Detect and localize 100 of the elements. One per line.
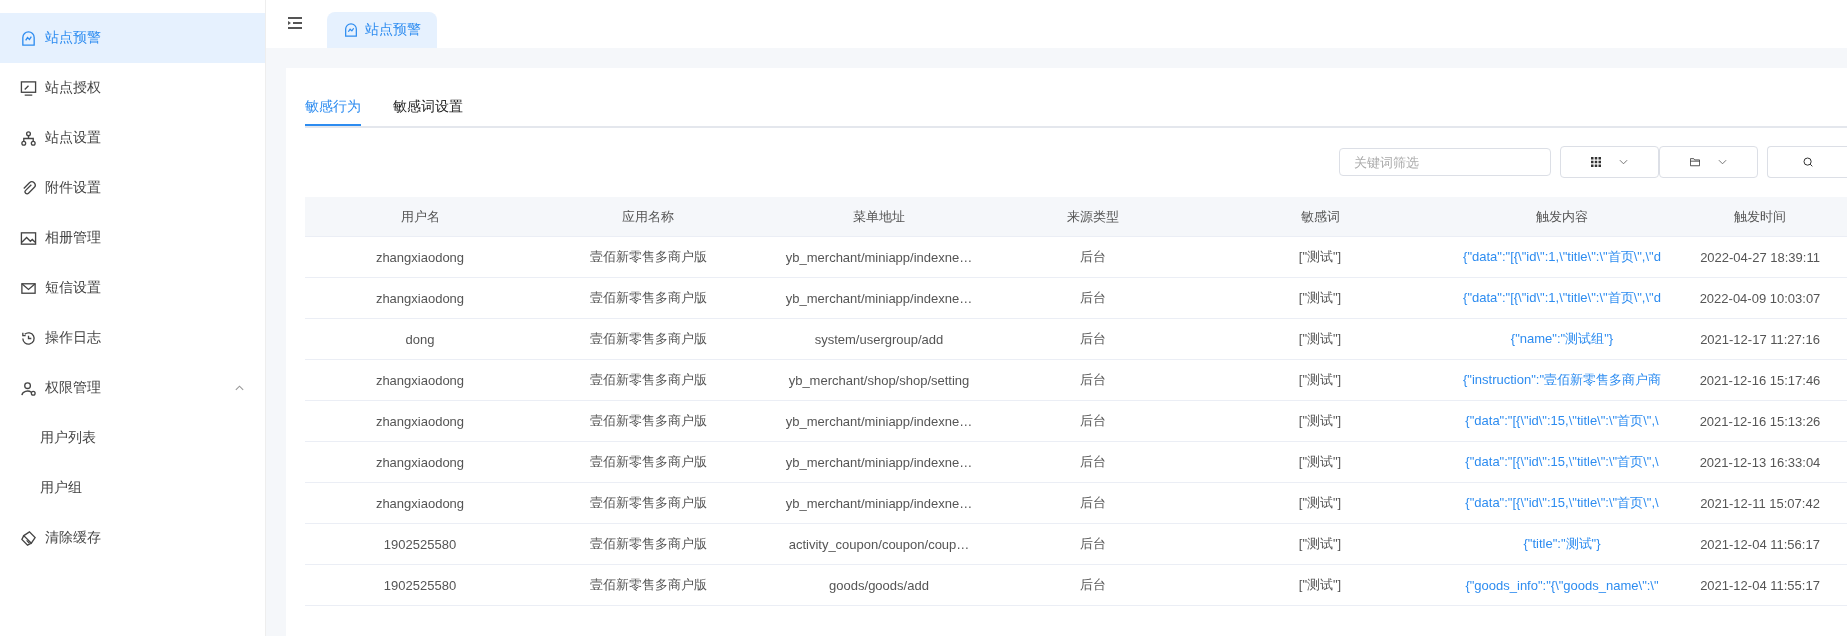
table-cell-text: 壹佰新零售多商户版 [588,371,708,389]
table-cell-text: zhangxiaodong [374,494,466,513]
table-cell-text: ["测试"] [1297,494,1343,512]
sidebar-item[interactable]: 权限管理 [0,363,265,413]
table-cell-text: ["测试"] [1297,371,1343,389]
table-cell-text: 壹佰新零售多商户版 [588,494,708,512]
table-cell-text: system/usergroup/add [813,330,945,349]
table-cell-text: 2021-12-13 16:33:04 [1698,453,1822,472]
column-header: 触发内容 [1535,207,1589,226]
table-cell-text: ["测试"] [1297,576,1343,594]
content-link[interactable]: {"data":"[{\"id\":15,\"title\":\"首页\",\ [1451,442,1673,482]
sidebar-item[interactable]: 站点预警 [0,13,265,63]
caret-icon[interactable] [234,384,245,392]
table-cell-text: ["测试"] [1297,330,1343,348]
table-cell-text: zhangxiaodong [374,289,466,308]
history-icon [20,329,37,347]
table-cell-text: 后台 [1079,535,1107,553]
chart-icon [343,22,359,38]
tab[interactable]: 敏感行为 [305,88,361,126]
export-button[interactable] [1659,146,1758,178]
table-cell-text: 2022-04-27 18:39:11 [1699,248,1821,267]
table-cell-text: 壹佰新零售多商户版 [588,453,708,471]
column-header: 触发时间 [1733,207,1787,226]
table-cell-text: 壹佰新零售多商户版 [588,412,708,430]
table-cell-text: 2021-12-04 11:56:17 [1699,535,1821,554]
sidebar-item[interactable]: 站点授权 [0,63,265,113]
table-cell-text: 后台 [1079,494,1107,512]
sitemap-icon [20,129,37,147]
content-link[interactable]: {"instruction":"壹佰新零售多商户商 [1451,360,1673,400]
table-cell-text: 2021-12-04 11:55:17 [1699,576,1821,595]
column-header: 菜单地址 [852,207,906,226]
table-cell-text: 2021-12-16 15:17:46 [1698,371,1822,390]
column-header: 来源类型 [1066,207,1120,226]
page-tab[interactable]: 站点预警 [327,12,437,48]
table-cell-text: 后台 [1079,330,1107,348]
table-cell-text: 1902525580 [382,576,458,595]
column-header: 应用名称 [621,207,675,226]
table-cell-text: yb_merchant/miniapp/indexne… [784,453,974,472]
table-cell-text: 后台 [1079,576,1107,594]
table-cell-text: 后台 [1079,412,1107,430]
table-cell-text: yb_merchant/miniapp/indexne… [784,494,974,513]
table-cell-text: 1902525580 [382,535,458,554]
table-cell-text: 2022-04-09 10:03:07 [1698,289,1822,308]
table-cell-text: 后台 [1079,248,1107,266]
table-cell-text: 后台 [1079,289,1107,307]
caret-icon [1619,159,1628,165]
content-link[interactable]: {"goods_info":"{\"goods_name\":\" [1451,565,1673,605]
sidebar-item[interactable]: 短信设置 [0,263,265,313]
table-cell-text: zhangxiaodong [374,371,466,390]
table-cell-text: ["测试"] [1297,412,1343,430]
content-link[interactable]: {"title":"测试"} [1451,524,1673,564]
table-cell-text: activity_coupon/coupon/coup… [787,535,971,554]
table-cell-text: ["测试"] [1297,453,1343,471]
table-cell-text: yb_merchant/miniapp/indexne… [784,412,974,431]
table-cell-text: 壹佰新零售多商户版 [588,330,708,348]
table-cell-text: 壹佰新零售多商户版 [588,248,708,266]
table-cell-text: ["测试"] [1297,248,1343,266]
table-cell-text: ["测试"] [1297,535,1343,553]
sidebar-subitem[interactable]: 用户组 [0,463,265,513]
grid-icon [1591,157,1601,167]
content-link[interactable]: {"data":"[{\"id\":1,\"title\":\"首页\",\"d [1451,237,1673,277]
sidebar-item[interactable]: 附件设置 [0,163,265,213]
table-cell-text: goods/goods/add [828,576,930,595]
table-cell-text: 后台 [1079,371,1107,389]
caret-icon [1718,159,1727,165]
table-cell-text: 后台 [1079,453,1107,471]
sidebar-item[interactable]: 清除缓存 [0,513,265,563]
table-cell-text: 2021-12-16 15:13:26 [1698,412,1822,431]
menu-icon[interactable] [288,17,302,29]
content-link[interactable]: {"data":"[{\"id\":15,\"title\":\"首页\",\ [1451,401,1673,441]
folder-icon [1690,157,1700,167]
sidebar-item[interactable]: 操作日志 [0,313,265,363]
table-cell-text: yb_merchant/miniapp/indexne… [784,289,974,308]
table-cell-text: dong [404,330,436,349]
keyword-filter-field[interactable]: 关键词筛选 [1339,148,1551,176]
brush-icon [20,529,37,547]
column-header: 用户名 [399,207,441,226]
sidebar-item[interactable]: 站点设置 [0,113,265,163]
table-cell-text: yb_merchant/miniapp/indexne… [784,248,974,267]
table-cell-text: 壹佰新零售多商户版 [588,289,708,307]
table-cell-text: 2021-12-11 15:07:42 [1699,494,1821,513]
table-cell-text: yb_merchant/shop/shop/setting [787,371,971,390]
content-link[interactable]: {"data":"[{\"id\":1,\"title\":\"首页\",\"d [1451,278,1673,318]
content-link[interactable]: {"data":"[{\"id\":15,\"title\":\"首页\",\ [1451,483,1673,523]
search-button[interactable] [1767,146,1847,178]
user-icon [20,379,37,397]
content-link[interactable]: {"name":"测试组"} [1451,319,1673,359]
table-cell-text: 壹佰新零售多商户版 [588,576,708,594]
search-icon [1802,157,1813,167]
columns-button[interactable] [1560,146,1659,178]
sidebar-subitem[interactable]: 用户列表 [0,413,265,463]
column-header: 敏感词 [1299,207,1341,226]
sidebar-item[interactable]: 相册管理 [0,213,265,263]
table-cell-text: ["测试"] [1297,289,1343,307]
chart-icon [20,29,37,47]
table-cell-text: zhangxiaodong [374,248,466,267]
tab[interactable]: 敏感词设置 [393,88,463,126]
image-icon [20,229,37,247]
table-cell-text: zhangxiaodong [374,453,466,472]
monitor-icon [20,79,37,97]
